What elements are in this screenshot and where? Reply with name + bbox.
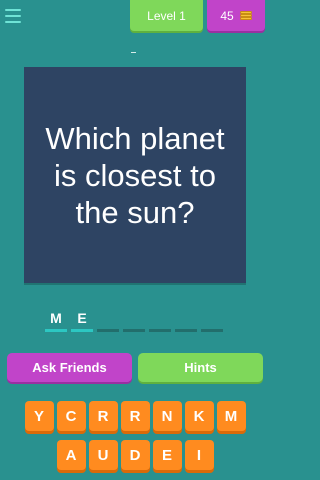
letter-key[interactable]: Y [24, 401, 54, 431]
answer-slot[interactable] [97, 310, 119, 332]
hints-label: Hints [184, 360, 217, 375]
letter-key[interactable]: C [56, 401, 86, 431]
letter-key[interactable]: I [184, 440, 214, 470]
letter-key[interactable]: E [152, 440, 182, 470]
question-card: Which planet is closest to the sun? [24, 67, 246, 283]
coins-value: 45 [220, 8, 234, 23]
letter-keyboard-row-1: Y C R R N K M [0, 401, 270, 431]
level-label: Level 1 [147, 8, 186, 23]
answer-slots: M E [45, 310, 223, 332]
answer-slot[interactable]: M [45, 310, 67, 332]
ask-friends-label: Ask Friends [32, 360, 107, 375]
letter-keyboard-row-2: A U D E I [0, 440, 270, 470]
answer-slot[interactable] [175, 310, 197, 332]
answer-slot[interactable] [123, 310, 145, 332]
letter-key[interactable]: K [184, 401, 214, 431]
coins-counter[interactable]: 45 [207, 0, 265, 31]
letter-key[interactable]: U [88, 440, 118, 470]
letter-key[interactable]: R [120, 401, 150, 431]
question-marker [131, 52, 136, 53]
level-indicator: Level 1 [130, 0, 203, 31]
coin-stack-icon [239, 10, 252, 21]
ask-friends-button[interactable]: Ask Friends [7, 353, 132, 382]
answer-slot[interactable] [201, 310, 223, 332]
answer-letter: M [50, 310, 62, 326]
letter-key[interactable]: A [56, 440, 86, 470]
letter-key[interactable]: D [120, 440, 150, 470]
answer-letter: E [77, 310, 87, 326]
answer-slot[interactable] [149, 310, 171, 332]
letter-key[interactable]: N [152, 401, 182, 431]
letter-key[interactable]: R [88, 401, 118, 431]
letter-key[interactable]: M [216, 401, 246, 431]
answer-slot[interactable]: E [71, 310, 93, 332]
question-text: Which planet is closest to the sun? [45, 120, 225, 230]
hints-button[interactable]: Hints [138, 353, 263, 382]
hamburger-menu-icon[interactable] [5, 9, 21, 23]
